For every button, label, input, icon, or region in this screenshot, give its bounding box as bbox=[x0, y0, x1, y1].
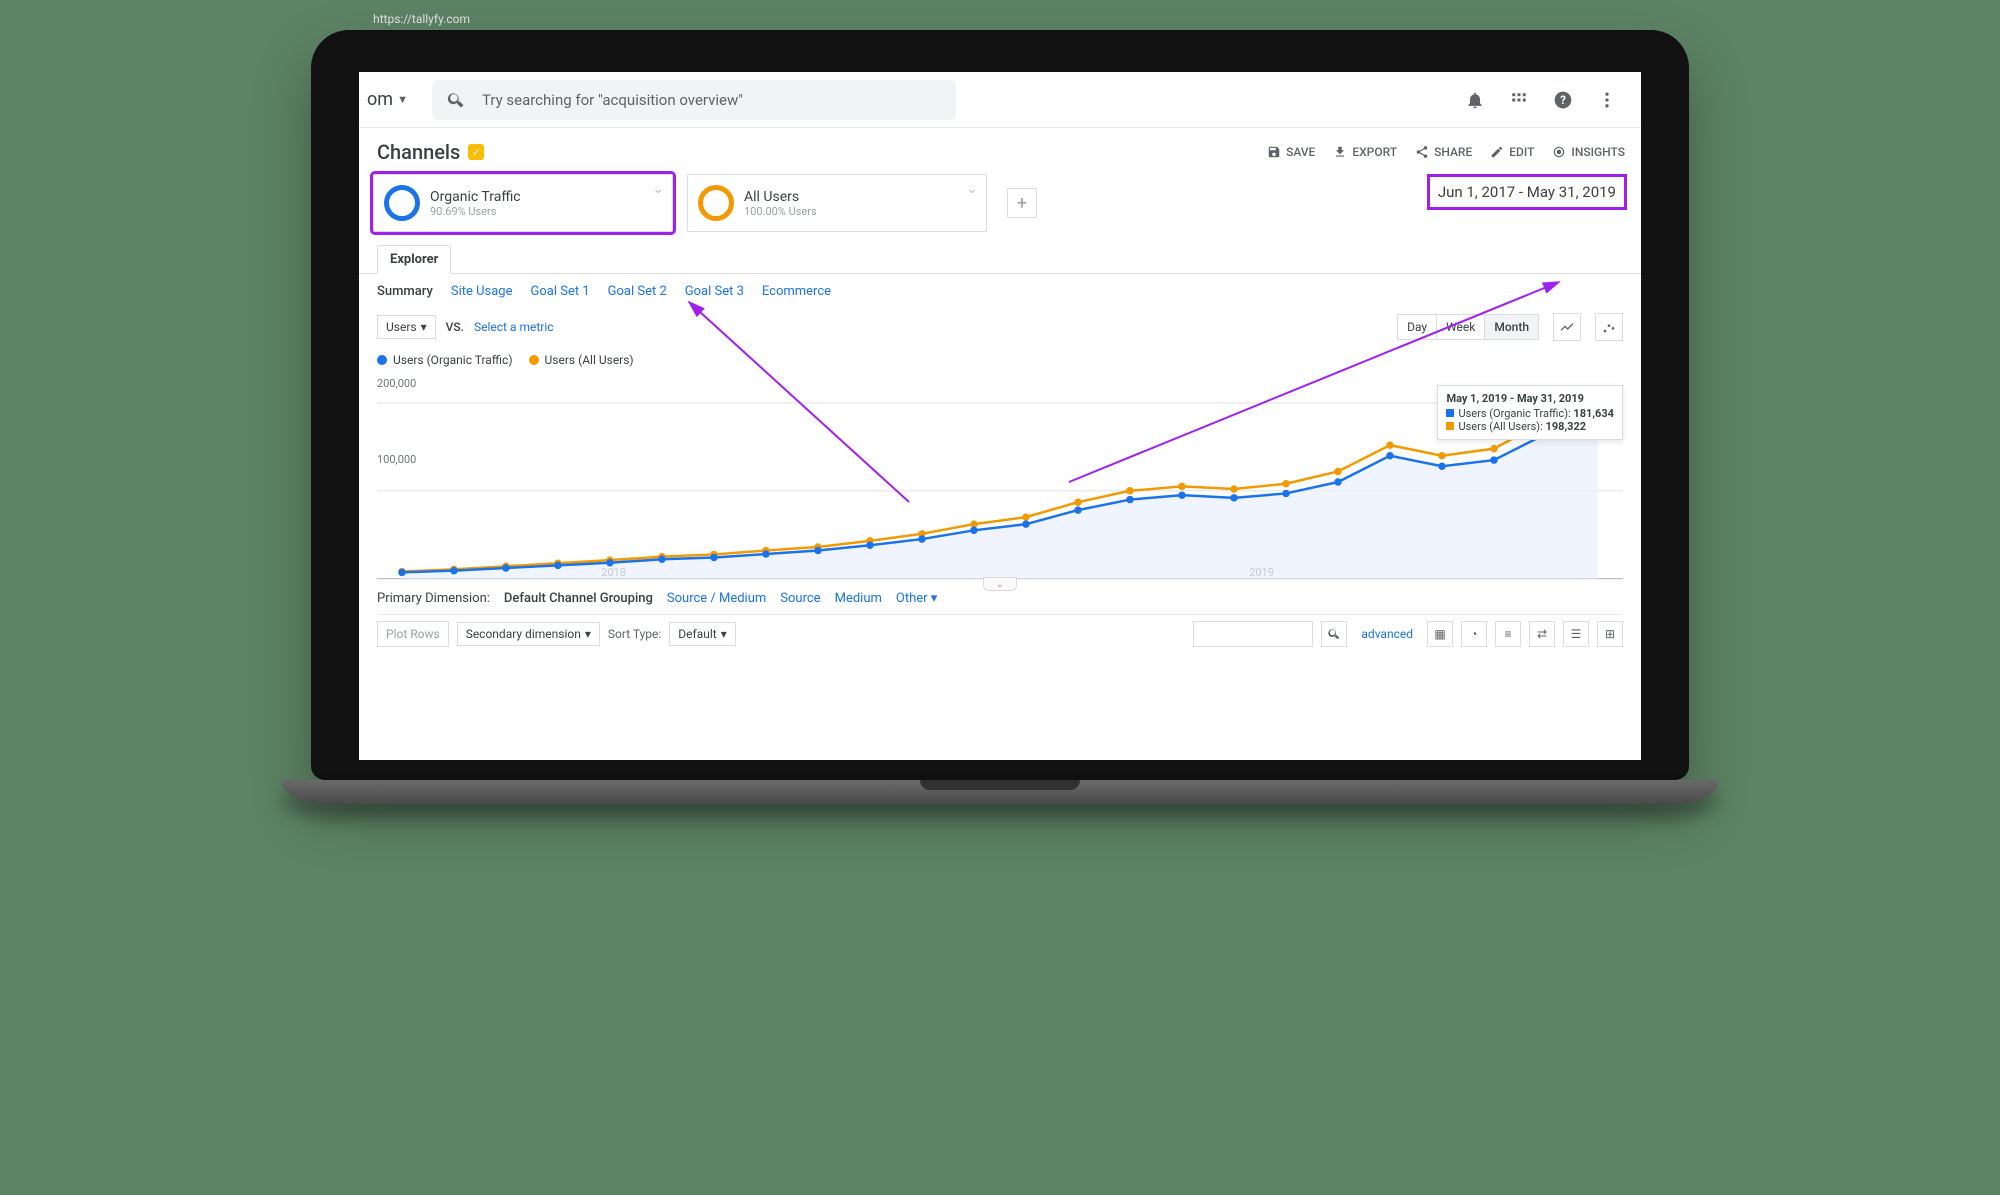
date-range-selector[interactable]: Jun 1, 2017 - May 31, 2019 bbox=[1427, 174, 1627, 210]
metric-selector[interactable]: Users ▾ bbox=[377, 315, 436, 339]
select-metric-link[interactable]: Select a metric bbox=[474, 320, 554, 334]
subtab-goal3[interactable]: Goal Set 3 bbox=[685, 284, 744, 299]
edit-button[interactable]: EDIT bbox=[1490, 145, 1534, 159]
page-title: Channels ✓ bbox=[377, 140, 484, 164]
add-segment-button[interactable]: + bbox=[1007, 188, 1037, 218]
help-icon[interactable]: ? bbox=[1551, 88, 1575, 112]
subtab-site-usage[interactable]: Site Usage bbox=[451, 284, 513, 299]
view-pivot-icon[interactable]: ⊞ bbox=[1597, 621, 1623, 647]
segment-sub: 90.69% Users bbox=[430, 205, 521, 218]
view-pie-icon[interactable]: ◔ bbox=[1461, 621, 1487, 647]
chart-tooltip: May 1, 2019 - May 31, 2019 Users (Organi… bbox=[1437, 385, 1623, 440]
share-button[interactable]: SHARE bbox=[1415, 145, 1472, 159]
vs-label: VS. bbox=[446, 320, 464, 334]
apps-icon[interactable] bbox=[1507, 88, 1531, 112]
sort-type-selector[interactable]: Default ▾ bbox=[669, 622, 735, 646]
svg-text:?: ? bbox=[1560, 93, 1566, 107]
legend-organic: Users (Organic Traffic) bbox=[377, 353, 513, 367]
granularity-month[interactable]: Month bbox=[1485, 315, 1538, 339]
drag-handle-icon[interactable]: ⌄ bbox=[983, 577, 1017, 591]
insights-button[interactable]: INSIGHTS bbox=[1552, 145, 1625, 159]
subtab-summary[interactable]: Summary bbox=[377, 284, 433, 299]
account-selector[interactable]: om ▼ bbox=[361, 89, 408, 110]
search-icon bbox=[446, 90, 466, 110]
chart-type-icon-2[interactable] bbox=[1595, 313, 1623, 341]
tab-explorer[interactable]: Explorer bbox=[377, 245, 451, 274]
view-term-icon[interactable]: ☰ bbox=[1563, 621, 1589, 647]
segment-all-users[interactable]: All Users 100.00% Users ⌄ bbox=[687, 174, 987, 232]
segment-name: Organic Traffic bbox=[430, 189, 521, 205]
plot-rows-button[interactable]: Plot Rows bbox=[377, 621, 449, 647]
view-bar-icon[interactable]: ≡ bbox=[1495, 621, 1521, 647]
granularity-day[interactable]: Day bbox=[1398, 315, 1437, 339]
sort-label: Sort Type: bbox=[608, 627, 661, 641]
chart-type-icon[interactable] bbox=[1553, 313, 1581, 341]
donut-icon bbox=[384, 185, 420, 221]
save-button[interactable]: SAVE bbox=[1267, 145, 1315, 159]
verified-badge-icon: ✓ bbox=[468, 144, 484, 160]
view-table-icon[interactable]: ▦ bbox=[1427, 621, 1453, 647]
chart-area[interactable]: 200,000 100,000 2018 2019 May 1, 2019 - … bbox=[377, 373, 1623, 563]
more-icon[interactable] bbox=[1595, 88, 1619, 112]
legend-all: Users (All Users) bbox=[529, 353, 634, 367]
bell-icon[interactable] bbox=[1463, 88, 1487, 112]
search-placeholder: Try searching for "acquisition overview" bbox=[482, 91, 743, 109]
donut-icon bbox=[698, 185, 734, 221]
table-search-input[interactable] bbox=[1193, 621, 1313, 647]
chevron-down-icon[interactable]: ⌄ bbox=[652, 181, 664, 197]
advanced-link[interactable]: advanced bbox=[1361, 627, 1413, 641]
subtab-ecommerce[interactable]: Ecommerce bbox=[762, 284, 831, 299]
granularity-week[interactable]: Week bbox=[1437, 315, 1485, 339]
search-input[interactable]: Try searching for "acquisition overview" bbox=[432, 80, 957, 120]
chevron-down-icon[interactable]: ⌄ bbox=[966, 181, 978, 197]
segment-organic-traffic[interactable]: Organic Traffic 90.69% Users ⌄ bbox=[373, 174, 673, 232]
account-label: om bbox=[367, 89, 393, 110]
url-label: https://tallyfy.com bbox=[373, 12, 470, 26]
segment-name: All Users bbox=[744, 189, 817, 205]
chevron-down-icon: ▼ bbox=[397, 93, 408, 106]
search-button-icon[interactable] bbox=[1321, 621, 1347, 647]
secondary-dimension-selector[interactable]: Secondary dimension ▾ bbox=[457, 622, 600, 646]
view-comparison-icon[interactable]: ⇄ bbox=[1529, 621, 1555, 647]
subtab-goal1[interactable]: Goal Set 1 bbox=[531, 284, 590, 299]
segment-sub: 100.00% Users bbox=[744, 205, 817, 218]
subtab-goal2[interactable]: Goal Set 2 bbox=[608, 284, 667, 299]
export-button[interactable]: EXPORT bbox=[1333, 145, 1397, 159]
